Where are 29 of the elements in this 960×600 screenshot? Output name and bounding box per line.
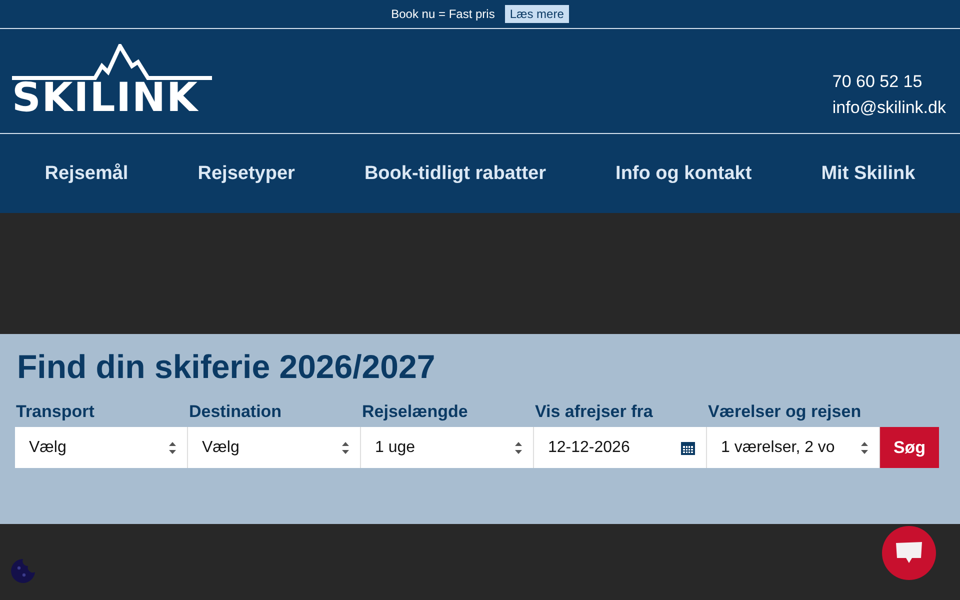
nav-link[interactable]: Mit Skilink <box>821 162 916 184</box>
field-label: Vis afrejser fra <box>535 402 654 423</box>
select-field[interactable]: 1 uge <box>361 427 534 468</box>
field-label: Rejselængde <box>362 402 469 423</box>
nav-link[interactable]: Book-tidligt rabatter <box>364 162 546 184</box>
sort-arrows-icon <box>514 440 523 454</box>
logo[interactable]: SKILINK <box>12 44 212 118</box>
field-label: Værelser og rejsen <box>708 402 862 423</box>
mountain-icon <box>12 44 212 80</box>
phone-number[interactable]: 70 60 52 15 <box>832 72 946 92</box>
field-label: Transport <box>16 402 96 423</box>
chat-button[interactable] <box>882 526 936 580</box>
sort-arrows-icon <box>168 440 177 454</box>
sort-arrows-icon <box>860 440 869 454</box>
search-button[interactable]: Søg <box>880 427 939 468</box>
search-title: Find din skiferie 2026/2027 <box>17 348 436 386</box>
promo-text: Book nu = Fast pris <box>391 7 495 21</box>
email-link[interactable]: info@skilink.dk <box>832 98 946 118</box>
date-field[interactable]: 12-12-2026 <box>534 427 707 468</box>
select-field[interactable]: Vælg <box>15 427 188 468</box>
sort-arrows-icon <box>341 440 350 454</box>
read-more-link[interactable]: Læs mere <box>504 5 569 23</box>
field-label: Destination <box>189 402 283 423</box>
nav-link[interactable]: Rejsetyper <box>198 162 295 184</box>
nav-link[interactable]: Rejsemål <box>44 162 128 184</box>
nav-link[interactable]: Info og kontakt <box>616 162 752 184</box>
select-field[interactable]: Vælg <box>188 427 361 468</box>
select-field[interactable]: 1 værelser, 2 vo <box>707 427 880 468</box>
calendar-icon[interactable] <box>680 440 696 456</box>
